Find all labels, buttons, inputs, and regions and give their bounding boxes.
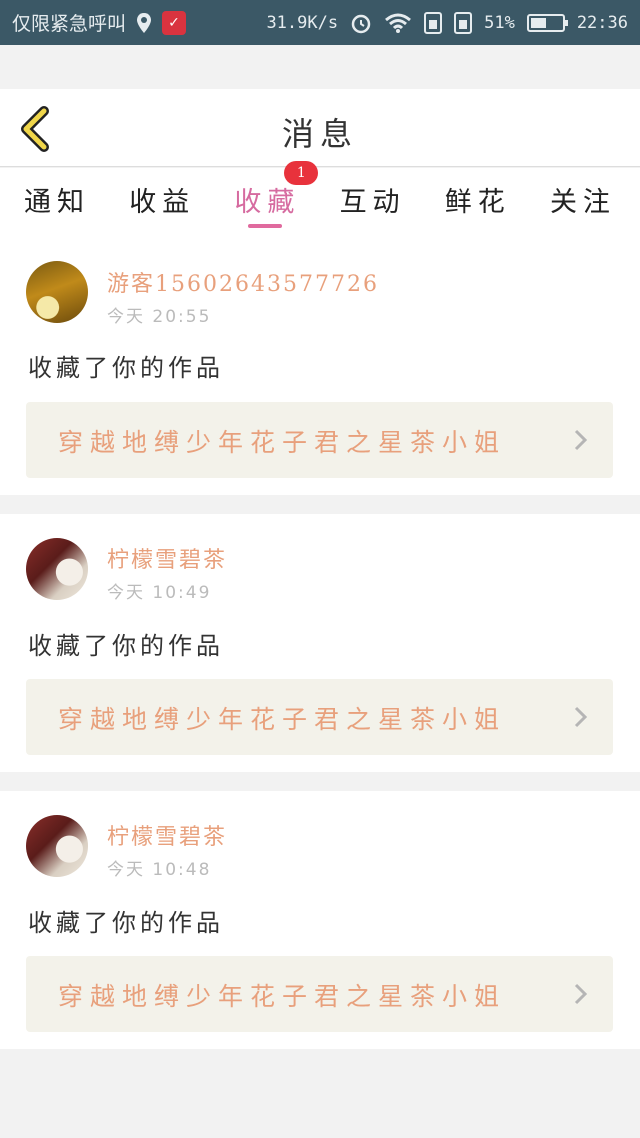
wifi-icon — [384, 12, 412, 34]
action-text: 收藏了你的作品 — [28, 354, 224, 382]
location-icon — [136, 12, 152, 34]
chevron-right-icon — [574, 706, 588, 728]
work-link[interactable]: 穿越地缚少年花子君之星茶小姐 — [26, 679, 613, 755]
sim2-icon — [454, 11, 473, 34]
avatar[interactable] — [26, 261, 88, 323]
app-notification-icon: ✓ — [162, 10, 187, 35]
unread-badge: 1 — [284, 161, 319, 185]
timestamp: 今天 20:55 — [107, 307, 212, 327]
header-bar: 消息 — [0, 89, 640, 167]
battery-percent: 51% — [484, 12, 515, 33]
username[interactable]: 柠檬雪碧茶 — [107, 542, 227, 574]
message-card: 柠檬雪碧茶 今天 10:49 收藏了你的作品 穿越地缚少年花子君之星茶小姐 — [0, 514, 640, 772]
chevron-right-icon — [574, 429, 588, 451]
work-link[interactable]: 穿越地缚少年花子君之星茶小姐 — [26, 956, 613, 1032]
tab-notifications[interactable]: 通知 — [24, 168, 90, 230]
battery-icon — [526, 13, 568, 32]
chevron-right-icon — [574, 983, 588, 1005]
tab-label: 关注 — [549, 187, 616, 218]
tab-flowers[interactable]: 鲜花 — [445, 168, 511, 230]
username[interactable]: 柠檬雪碧茶 — [107, 819, 227, 851]
message-card: 柠檬雪碧茶 今天 10:48 收藏了你的作品 穿越地缚少年花子君之星茶小姐 — [0, 791, 640, 1049]
username[interactable]: 游客15602643577726 — [107, 266, 379, 298]
work-title: 穿越地缚少年花子君之星茶小姐 — [58, 705, 507, 734]
timestamp: 今天 10:48 — [107, 860, 212, 880]
alarm-icon — [350, 12, 372, 34]
tab-bar: 通知 收益 收藏 1 互动 鲜花 关注 — [0, 161, 640, 230]
action-text: 收藏了你的作品 — [28, 909, 224, 937]
work-title: 穿越地缚少年花子君之星茶小姐 — [58, 982, 507, 1011]
tab-label: 收藏 — [234, 187, 301, 218]
clock: 22:36 — [576, 12, 628, 33]
work-link[interactable]: 穿越地缚少年花子君之星茶小姐 — [26, 402, 613, 478]
tab-label: 鲜花 — [444, 187, 511, 218]
tab-following[interactable]: 关注 — [550, 168, 616, 230]
work-title: 穿越地缚少年花子君之星茶小姐 — [58, 428, 507, 457]
tab-earnings[interactable]: 收益 — [129, 168, 195, 230]
tab-label: 通知 — [24, 187, 90, 218]
tab-favorites[interactable]: 收藏 1 — [234, 161, 319, 230]
status-bar: 仅限紧急呼叫 ✓ 31.9K/s 51% 22:36 — [0, 0, 640, 45]
tab-label: 互动 — [339, 187, 406, 218]
page-title: 消息 — [281, 115, 358, 153]
avatar[interactable] — [26, 538, 88, 600]
action-text: 收藏了你的作品 — [28, 632, 224, 660]
tab-label: 收益 — [129, 187, 196, 218]
timestamp: 今天 10:49 — [107, 583, 212, 603]
avatar[interactable] — [26, 815, 88, 877]
sim1-icon — [424, 11, 443, 34]
carrier-text: 仅限紧急呼叫 — [12, 13, 127, 35]
tab-interactions[interactable]: 互动 — [340, 168, 406, 230]
message-card: 游客15602643577726 今天 20:55 收藏了你的作品 穿越地缚少年… — [0, 230, 640, 495]
active-tab-indicator — [248, 224, 283, 228]
network-speed: 31.9K/s — [266, 12, 339, 33]
